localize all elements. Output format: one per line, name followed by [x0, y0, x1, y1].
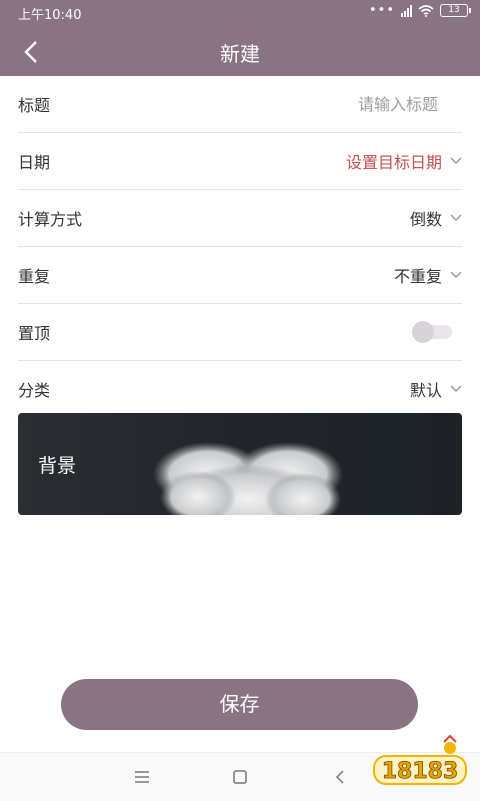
repeat-selector[interactable]: 不重复	[394, 263, 462, 287]
status-bar: 上午10:40 ••• 13	[0, 0, 480, 26]
status-time: 上午10:40	[18, 8, 82, 23]
nav-back-icon[interactable]	[330, 767, 350, 787]
heart-cloud-image	[153, 442, 343, 515]
date-row[interactable]: 日期 设置目标日期	[18, 133, 462, 190]
home-icon[interactable]	[230, 767, 250, 787]
watermark-text: 18183	[382, 759, 459, 784]
background-card[interactable]: 背景	[18, 413, 462, 515]
repeat-label: 重复	[18, 267, 51, 286]
chevron-down-icon	[450, 385, 462, 393]
category-selector[interactable]: 默认	[410, 377, 462, 401]
category-row[interactable]: 分类 默认	[18, 361, 462, 417]
repeat-row[interactable]: 重复 不重复	[18, 247, 462, 304]
calc-row[interactable]: 计算方式 倒数	[18, 190, 462, 247]
pin-label: 置顶	[18, 324, 51, 343]
page-title: 新建	[220, 42, 260, 66]
wifi-icon	[418, 4, 434, 17]
chevron-down-icon	[450, 214, 462, 222]
title-bar: 新建	[0, 26, 480, 76]
category-label: 分类	[18, 381, 51, 400]
background-label: 背景	[38, 455, 77, 477]
save-button[interactable]: 保存	[61, 679, 418, 730]
title-input[interactable]	[236, 93, 440, 115]
chevron-down-icon	[450, 271, 462, 279]
calc-value: 倒数	[409, 210, 442, 229]
category-value: 默认	[409, 381, 442, 400]
battery-icon: 13	[440, 4, 471, 17]
signal-icon	[401, 4, 412, 17]
pin-row: 置顶	[18, 304, 462, 361]
calc-selector[interactable]: 倒数	[410, 206, 462, 230]
title-label: 标题	[18, 96, 51, 115]
calc-label: 计算方式	[18, 210, 83, 229]
watermark-logo: 18183	[372, 734, 472, 794]
toggle-knob	[412, 321, 434, 343]
chevron-down-icon	[450, 157, 462, 165]
date-value: 设置目标日期	[345, 153, 442, 172]
repeat-value: 不重复	[393, 267, 442, 286]
app-header: 上午10:40 ••• 13 新建	[0, 0, 480, 76]
menu-icon[interactable]	[132, 767, 152, 787]
more-dots-icon: •••	[368, 3, 395, 18]
date-label: 日期	[18, 153, 51, 172]
pin-toggle[interactable]	[412, 321, 452, 343]
date-selector[interactable]: 设置目标日期	[346, 149, 462, 173]
form: 标题 日期 设置目标日期 计算方式 倒数 重复 不重复 置顶 分类 默认	[18, 76, 462, 417]
watermark-graphic: 18183	[373, 734, 467, 785]
status-icons: ••• 13	[368, 3, 471, 18]
title-row: 标题	[18, 76, 462, 133]
